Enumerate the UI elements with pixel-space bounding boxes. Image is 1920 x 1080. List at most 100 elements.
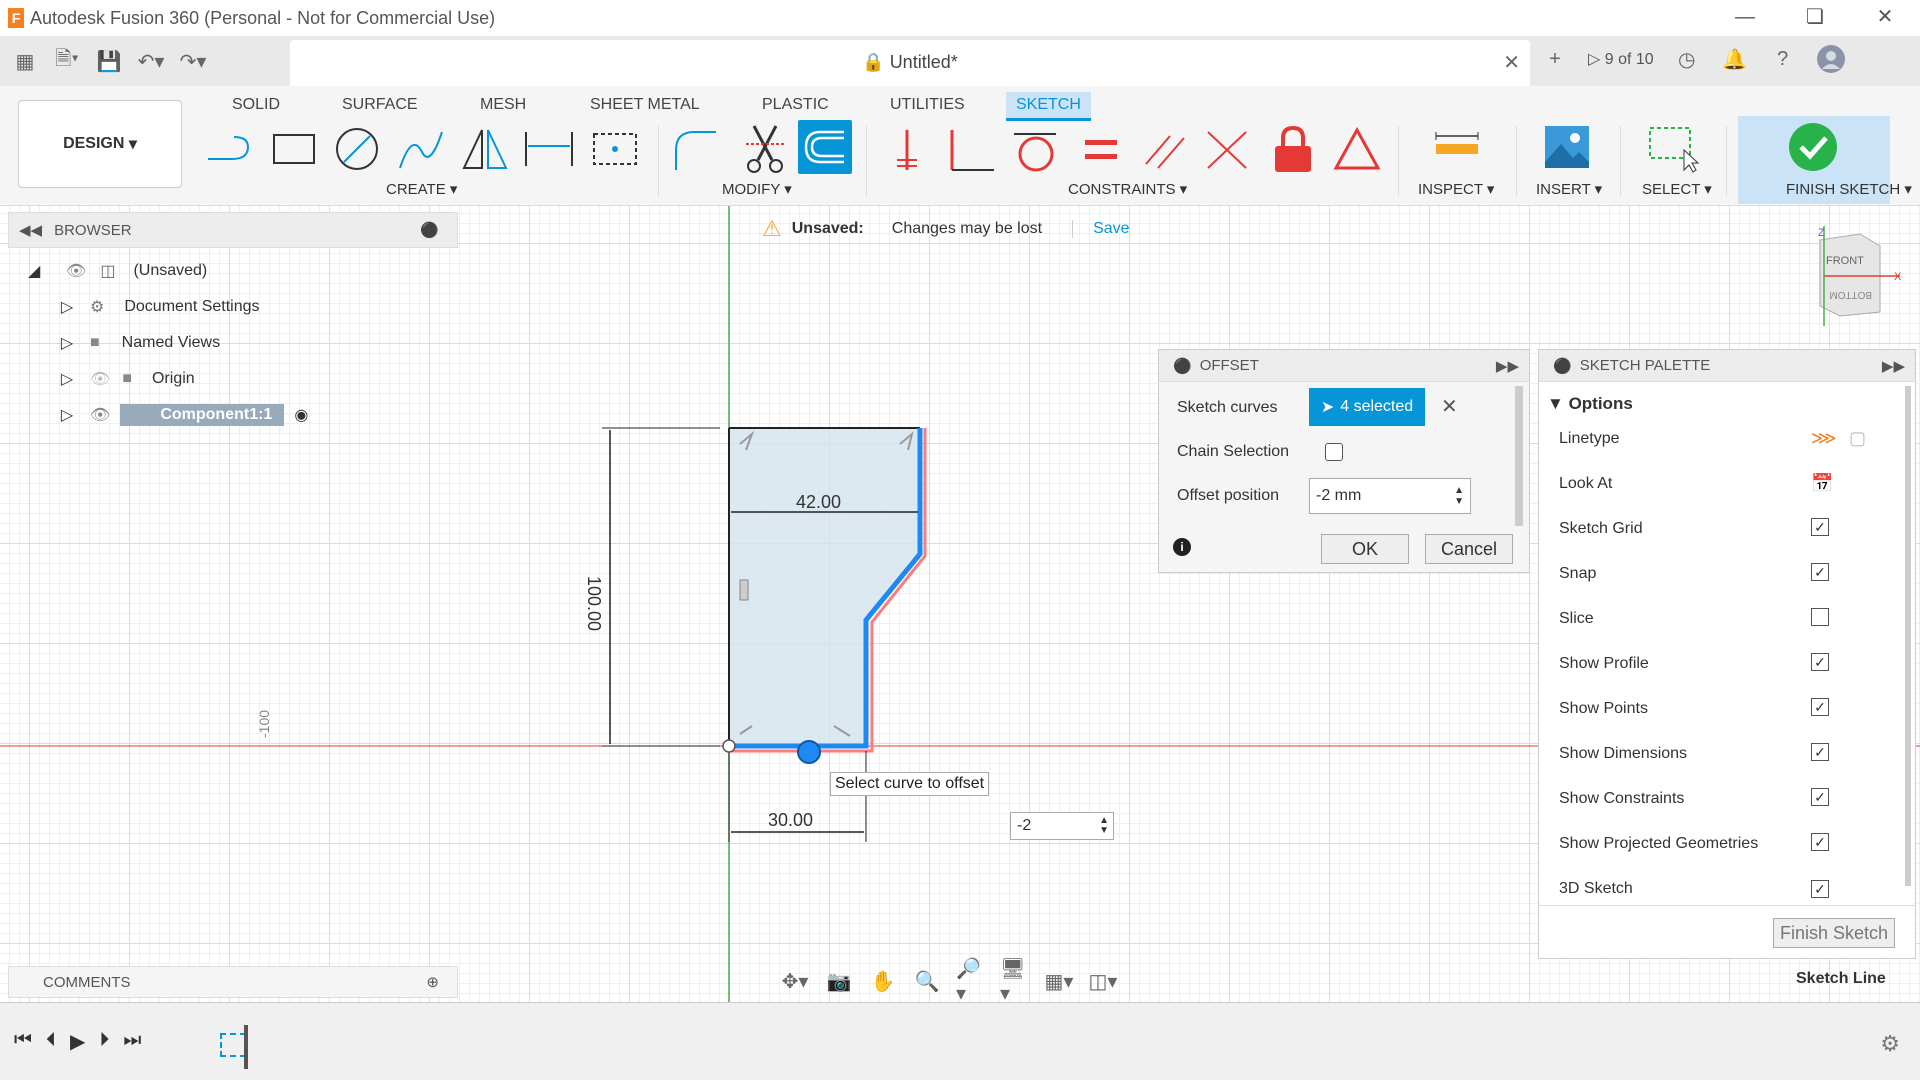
- browser-minimize-icon[interactable]: ⚫: [420, 221, 439, 239]
- dimension-30[interactable]: 30.00: [768, 810, 813, 831]
- expand-icon[interactable]: ▷: [58, 406, 76, 424]
- sketch-dimension-tool-icon[interactable]: [522, 122, 576, 176]
- finish-sketch-menu[interactable]: FINISH SKETCH ▾: [1786, 180, 1912, 198]
- comments-panel[interactable]: COMMENTS ⊕: [8, 966, 458, 998]
- save-link[interactable]: Save: [1072, 220, 1130, 238]
- dialog-scrollbar[interactable]: [1515, 386, 1523, 526]
- info-icon[interactable]: i: [1173, 538, 1191, 556]
- workspace-switcher[interactable]: DESIGN ▾: [18, 100, 182, 188]
- spline-tool-icon[interactable]: [394, 122, 448, 176]
- constraints-menu[interactable]: CONSTRAINTS ▾: [1068, 180, 1187, 198]
- inline-offset-input[interactable]: -2 ▲ ▼: [1010, 812, 1114, 840]
- line-tool-icon[interactable]: [202, 122, 256, 176]
- expand-arrows-icon[interactable]: ▶▶: [1882, 357, 1905, 375]
- create-menu[interactable]: CREATE ▾: [386, 180, 457, 198]
- visibility-eye-icon[interactable]: 👁: [66, 261, 86, 281]
- expand-icon[interactable]: ▷: [58, 370, 76, 388]
- fix-lock-icon[interactable]: [1266, 122, 1320, 176]
- zoom-window-icon[interactable]: 🔎▾: [956, 958, 986, 1005]
- sketch-grid-checkbox[interactable]: ✓: [1811, 518, 1829, 536]
- undo-icon[interactable]: ↶▾: [136, 46, 166, 76]
- file-menu-icon[interactable]: 🗎▾: [52, 46, 82, 76]
- curves-selection-button[interactable]: ➤ 4 selected: [1309, 388, 1425, 426]
- collapse-arrows-icon[interactable]: ◀◀: [19, 221, 42, 239]
- play-icon[interactable]: ▶: [70, 1029, 85, 1054]
- tab-sketch[interactable]: SKETCH: [1006, 92, 1091, 121]
- select-window-icon[interactable]: [1646, 122, 1700, 176]
- slice-checkbox[interactable]: [1811, 608, 1829, 626]
- construction-linetype-icon[interactable]: ⋙: [1811, 428, 1837, 449]
- perpendicular-constraint-icon[interactable]: [944, 122, 998, 176]
- tree-item-component[interactable]: ▷ 👁 Component1:1 ◉: [8, 398, 308, 432]
- tree-item-origin[interactable]: ▷ 👁 ■ Origin: [8, 362, 195, 396]
- data-panel-grid-icon[interactable]: ▦: [10, 46, 40, 76]
- clear-selection-icon[interactable]: ✕: [1441, 394, 1458, 419]
- inspect-menu[interactable]: INSPECT ▾: [1418, 180, 1494, 198]
- parallel-constraint-icon[interactable]: [1138, 122, 1192, 176]
- settings-gear-icon[interactable]: ⚙: [1880, 1031, 1900, 1057]
- help-icon[interactable]: ?: [1768, 44, 1798, 74]
- activate-radio-icon[interactable]: ◉: [294, 405, 308, 425]
- save-icon[interactable]: 💾: [94, 46, 124, 76]
- finish-sketch-palette-button[interactable]: Finish Sketch: [1773, 918, 1895, 948]
- cancel-button[interactable]: Cancel: [1425, 534, 1513, 564]
- tab-sheet-metal[interactable]: SHEET METAL: [580, 92, 710, 118]
- offset-tool-icon[interactable]: [798, 120, 852, 174]
- redo-icon[interactable]: ↷▾: [178, 46, 208, 76]
- palette-scrollbar[interactable]: [1905, 386, 1911, 886]
- chain-selection-checkbox[interactable]: [1325, 443, 1343, 461]
- new-tab-plus-icon[interactable]: +: [1540, 44, 1570, 74]
- tangent-constraint-icon[interactable]: [1008, 122, 1062, 176]
- tree-root[interactable]: ◢ 👁 ◫ (Unsaved): [28, 254, 207, 288]
- viewports-icon[interactable]: ◫▾: [1088, 966, 1118, 996]
- tab-plastic[interactable]: PLASTIC: [752, 92, 839, 118]
- zoom-icon[interactable]: 🔍: [912, 966, 942, 996]
- coincident-constraint-icon[interactable]: [880, 122, 934, 176]
- notifications-bell-icon[interactable]: 🔔: [1720, 44, 1750, 74]
- document-tab[interactable]: 🔒 Untitled* ✕: [290, 40, 1530, 86]
- circle-tool-icon[interactable]: [330, 122, 384, 176]
- expand-arrows-icon[interactable]: ▶▶: [1496, 357, 1519, 375]
- tab-utilities[interactable]: UTILITIES: [880, 92, 975, 118]
- orbit-icon[interactable]: ✥▾: [780, 966, 810, 996]
- show-points-checkbox[interactable]: ✓: [1811, 698, 1829, 716]
- hidden-eye-icon[interactable]: 👁: [90, 369, 110, 389]
- centerline-linetype-icon[interactable]: ▢: [1849, 428, 1866, 449]
- inline-spinner-icon[interactable]: ▲ ▼: [1099, 816, 1109, 836]
- visibility-eye-icon[interactable]: 👁: [90, 405, 110, 425]
- dimension-100[interactable]: 100.00: [583, 576, 604, 631]
- pan-hand-icon[interactable]: ✋: [868, 966, 898, 996]
- palette-collapse-icon[interactable]: ⚫: [1553, 357, 1572, 375]
- close-tab-icon[interactable]: ✕: [1503, 50, 1520, 75]
- modify-menu[interactable]: MODIFY ▾: [722, 180, 792, 198]
- restore-button[interactable]: ❏: [1780, 0, 1850, 36]
- look-at-calendar-icon[interactable]: 📅: [1811, 473, 1833, 494]
- timeline-sketch-feature-icon[interactable]: [220, 1033, 246, 1057]
- mirror-tool-icon[interactable]: [458, 122, 512, 176]
- insert-menu[interactable]: INSERT ▾: [1536, 180, 1602, 198]
- version-indicator[interactable]: ▷ 9 of 10: [1588, 49, 1654, 69]
- collapse-root-icon[interactable]: ◢: [28, 261, 48, 281]
- add-comment-icon[interactable]: ⊕: [426, 973, 439, 991]
- ok-button[interactable]: OK: [1321, 534, 1409, 564]
- grid-settings-icon[interactable]: ▦▾: [1044, 966, 1074, 996]
- options-section-header[interactable]: ▼ Options: [1547, 394, 1633, 414]
- trim-scissors-icon[interactable]: [738, 122, 792, 176]
- rectangle-tool-icon[interactable]: [266, 122, 320, 176]
- go-to-start-icon[interactable]: ⏮: [14, 1029, 32, 1054]
- show-constraints-checkbox[interactable]: ✓: [1811, 788, 1829, 806]
- show-dimensions-checkbox[interactable]: ✓: [1811, 743, 1829, 761]
- expand-icon[interactable]: ▷: [58, 298, 76, 316]
- step-back-icon[interactable]: ⏴: [46, 1029, 56, 1054]
- insert-image-icon[interactable]: [1540, 120, 1594, 174]
- offset-manipulator-handle[interactable]: [797, 740, 821, 764]
- tree-item-named-views[interactable]: ▷ ■ Named Views: [8, 326, 220, 360]
- minimize-button[interactable]: —: [1710, 0, 1780, 36]
- show-projected-geometries-checkbox[interactable]: ✓: [1811, 833, 1829, 851]
- midpoint-constraint-icon[interactable]: [1200, 122, 1254, 176]
- offset-position-input[interactable]: -2 mm ▲ ▼: [1309, 478, 1471, 514]
- go-to-end-icon[interactable]: ⏭: [123, 1029, 141, 1054]
- timeline-marker[interactable]: [244, 1025, 248, 1069]
- select-menu[interactable]: SELECT ▾: [1642, 180, 1712, 198]
- user-avatar[interactable]: [1816, 44, 1846, 74]
